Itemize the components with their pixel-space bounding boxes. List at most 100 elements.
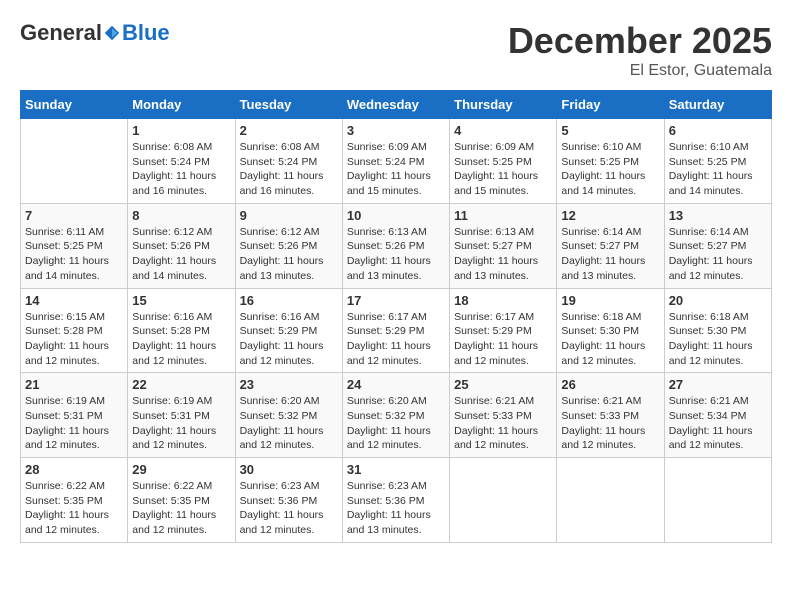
calendar-week-row: 7 Sunrise: 6:11 AMSunset: 5:25 PMDaylight… [21,203,772,288]
weekday-header: Sunday [21,91,128,119]
day-info: Sunrise: 6:16 AMSunset: 5:28 PMDaylight:… [132,310,230,369]
calendar-cell: 6 Sunrise: 6:10 AMSunset: 5:25 PMDaylight… [664,119,771,204]
day-number: 3 [347,123,445,138]
calendar-cell: 28Sunrise: 6:22 AMSunset: 5:35 PMDayligh… [21,458,128,543]
calendar-week-row: 21Sunrise: 6:19 AMSunset: 5:31 PMDayligh… [21,373,772,458]
calendar-cell: 2 Sunrise: 6:08 AMSunset: 5:24 PMDaylight… [235,119,342,204]
day-number: 6 [669,123,767,138]
day-info: Sunrise: 6:22 AMSunset: 5:35 PMDaylight:… [132,479,230,538]
weekday-header: Monday [128,91,235,119]
logo-icon [103,24,121,42]
calendar-week-row: 1 Sunrise: 6:08 AMSunset: 5:24 PMDaylight… [21,119,772,204]
day-info: Sunrise: 6:14 AMSunset: 5:27 PMDaylight:… [669,225,767,284]
calendar-cell [450,458,557,543]
calendar-cell [664,458,771,543]
day-number: 13 [669,208,767,223]
day-number: 5 [561,123,659,138]
weekday-header: Wednesday [342,91,449,119]
calendar-cell: 7 Sunrise: 6:11 AMSunset: 5:25 PMDaylight… [21,203,128,288]
day-info: Sunrise: 6:11 AMSunset: 5:25 PMDaylight:… [25,225,123,284]
calendar-cell: 29 Sunrise: 6:22 AMSunset: 5:35 PMDayligh… [128,458,235,543]
day-number: 14 [25,293,123,308]
weekday-header: Friday [557,91,664,119]
day-info: Sunrise: 6:08 AMSunset: 5:24 PMDaylight:… [132,140,230,199]
calendar-cell: 30 Sunrise: 6:23 AMSunset: 5:36 PMDayligh… [235,458,342,543]
day-number: 1 [132,123,230,138]
day-info: Sunrise: 6:23 AMSunset: 5:36 PMDaylight:… [347,479,445,538]
calendar-table: SundayMondayTuesdayWednesdayThursdayFrid… [20,90,772,543]
day-number: 11 [454,208,552,223]
calendar-cell: 20 Sunrise: 6:18 AMSunset: 5:30 PMDayligh… [664,288,771,373]
calendar-cell: 19Sunrise: 6:18 AMSunset: 5:30 PMDayligh… [557,288,664,373]
day-number: 24 [347,377,445,392]
location: El Estor, Guatemala [508,62,772,80]
calendar-cell [21,119,128,204]
day-number: 28 [25,462,123,477]
calendar-cell: 10Sunrise: 6:13 AMSunset: 5:26 PMDayligh… [342,203,449,288]
day-info: Sunrise: 6:21 AMSunset: 5:33 PMDaylight:… [454,394,552,453]
day-info: Sunrise: 6:19 AMSunset: 5:31 PMDaylight:… [132,394,230,453]
day-number: 7 [25,208,123,223]
day-number: 25 [454,377,552,392]
day-info: Sunrise: 6:23 AMSunset: 5:36 PMDaylight:… [240,479,338,538]
calendar-cell: 17Sunrise: 6:17 AMSunset: 5:29 PMDayligh… [342,288,449,373]
calendar-cell: 22 Sunrise: 6:19 AMSunset: 5:31 PMDayligh… [128,373,235,458]
calendar-cell: 9 Sunrise: 6:12 AMSunset: 5:26 PMDaylight… [235,203,342,288]
calendar-cell: 3 Sunrise: 6:09 AMSunset: 5:24 PMDaylight… [342,119,449,204]
day-info: Sunrise: 6:19 AMSunset: 5:31 PMDaylight:… [25,394,123,453]
calendar-cell: 13 Sunrise: 6:14 AMSunset: 5:27 PMDayligh… [664,203,771,288]
calendar-cell [557,458,664,543]
day-number: 22 [132,377,230,392]
calendar-cell: 31Sunrise: 6:23 AMSunset: 5:36 PMDayligh… [342,458,449,543]
day-info: Sunrise: 6:09 AMSunset: 5:25 PMDaylight:… [454,140,552,199]
day-number: 26 [561,377,659,392]
calendar-cell: 14 Sunrise: 6:15 AMSunset: 5:28 PMDayligh… [21,288,128,373]
logo-blue-text: Blue [122,20,170,46]
day-info: Sunrise: 6:14 AMSunset: 5:27 PMDaylight:… [561,225,659,284]
calendar-cell: 11 Sunrise: 6:13 AMSunset: 5:27 PMDayligh… [450,203,557,288]
day-number: 20 [669,293,767,308]
day-info: Sunrise: 6:13 AMSunset: 5:26 PMDaylight:… [347,225,445,284]
day-number: 15 [132,293,230,308]
weekday-header: Tuesday [235,91,342,119]
title-block: December 2025 El Estor, Guatemala [508,20,772,80]
day-number: 8 [132,208,230,223]
weekday-header: Thursday [450,91,557,119]
day-number: 30 [240,462,338,477]
day-number: 4 [454,123,552,138]
day-number: 27 [669,377,767,392]
day-info: Sunrise: 6:18 AMSunset: 5:30 PMDaylight:… [669,310,767,369]
day-info: Sunrise: 6:17 AMSunset: 5:29 PMDaylight:… [454,310,552,369]
calendar-cell: 21Sunrise: 6:19 AMSunset: 5:31 PMDayligh… [21,373,128,458]
day-info: Sunrise: 6:21 AMSunset: 5:34 PMDaylight:… [669,394,767,453]
calendar-cell: 24 Sunrise: 6:20 AMSunset: 5:32 PMDayligh… [342,373,449,458]
calendar-cell: 16Sunrise: 6:16 AMSunset: 5:29 PMDayligh… [235,288,342,373]
day-info: Sunrise: 6:20 AMSunset: 5:32 PMDaylight:… [347,394,445,453]
day-info: Sunrise: 6:10 AMSunset: 5:25 PMDaylight:… [669,140,767,199]
calendar-cell: 8Sunrise: 6:12 AMSunset: 5:26 PMDaylight… [128,203,235,288]
month-title: December 2025 [508,20,772,62]
day-number: 2 [240,123,338,138]
logo-general-text: General [20,20,102,46]
day-info: Sunrise: 6:13 AMSunset: 5:27 PMDaylight:… [454,225,552,284]
calendar-cell: 27 Sunrise: 6:21 AMSunset: 5:34 PMDayligh… [664,373,771,458]
day-number: 17 [347,293,445,308]
calendar-header-row: SundayMondayTuesdayWednesdayThursdayFrid… [21,91,772,119]
calendar-cell: 1 Sunrise: 6:08 AMSunset: 5:24 PMDaylight… [128,119,235,204]
day-info: Sunrise: 6:08 AMSunset: 5:24 PMDaylight:… [240,140,338,199]
day-info: Sunrise: 6:10 AMSunset: 5:25 PMDaylight:… [561,140,659,199]
day-info: Sunrise: 6:09 AMSunset: 5:24 PMDaylight:… [347,140,445,199]
weekday-header: Saturday [664,91,771,119]
calendar-cell: 5 Sunrise: 6:10 AMSunset: 5:25 PMDaylight… [557,119,664,204]
day-number: 23 [240,377,338,392]
day-info: Sunrise: 6:15 AMSunset: 5:28 PMDaylight:… [25,310,123,369]
day-number: 29 [132,462,230,477]
day-number: 9 [240,208,338,223]
calendar-week-row: 14 Sunrise: 6:15 AMSunset: 5:28 PMDayligh… [21,288,772,373]
day-number: 12 [561,208,659,223]
calendar-cell: 12 Sunrise: 6:14 AMSunset: 5:27 PMDayligh… [557,203,664,288]
day-info: Sunrise: 6:12 AMSunset: 5:26 PMDaylight:… [240,225,338,284]
calendar-cell: 23Sunrise: 6:20 AMSunset: 5:32 PMDayligh… [235,373,342,458]
day-number: 19 [561,293,659,308]
calendar-cell: 26Sunrise: 6:21 AMSunset: 5:33 PMDayligh… [557,373,664,458]
